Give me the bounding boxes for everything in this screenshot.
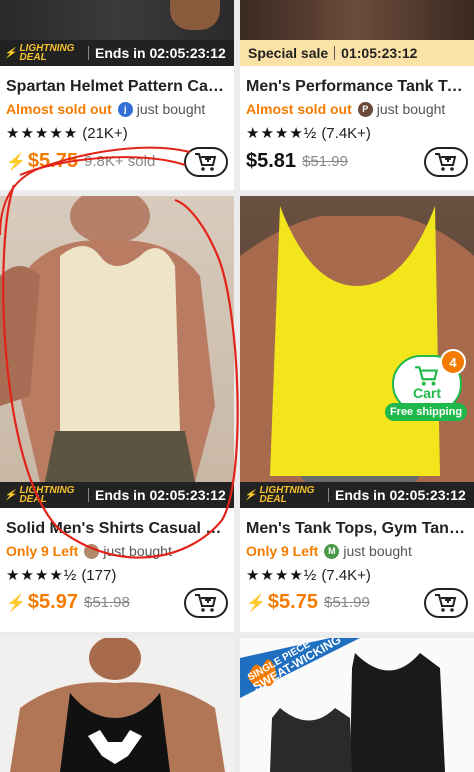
product-image[interactable]: SINGLE PIECE SWEAT-WICKING [240, 638, 474, 772]
star-rating-icon: ★★★★½ [246, 125, 318, 142]
product-card-3[interactable]: ⚡ LIGHTNING DEAL Ends in 02:05:23:12 Soli… [0, 196, 234, 632]
stock-alert: Only 9 Left [246, 543, 319, 559]
arm-shape [170, 0, 220, 30]
countdown-text: Ends in 02:05:23:12 [335, 487, 466, 503]
add-to-cart-icon [195, 594, 217, 612]
review-count: (21K+) [82, 124, 128, 142]
status-line: Only 9 Left M just bought [246, 543, 468, 559]
free-shipping-badge: Free shipping [385, 403, 467, 421]
cart-label: Cart [412, 385, 441, 401]
stock-alert: Almost sold out [246, 101, 352, 117]
avatar: j [117, 101, 133, 117]
original-price: $51.99 [302, 153, 348, 170]
product-card-1[interactable]: ⚡ LIGHTNING DEAL Ends in 02:05:23:12 Spar… [0, 0, 234, 190]
add-to-cart-icon [435, 594, 457, 612]
avatar: M [324, 543, 340, 559]
lightning-deal-banner: ⚡ LIGHTNING DEAL Ends in 02:05:23:12 [0, 482, 234, 508]
product-card-5[interactable] [0, 638, 234, 772]
add-to-cart-icon [195, 153, 217, 171]
product-image[interactable] [0, 196, 234, 482]
rating: ★★★★½ (7.4K+) [246, 566, 371, 585]
product-card-2[interactable]: Special sale 01:05:23:12 Men's Performan… [240, 0, 474, 190]
star-rating-icon: ★★★★★ [6, 125, 79, 142]
stock-alert: Almost sold out [6, 101, 112, 117]
avatar: P [357, 101, 373, 117]
rating: ★★★★½ (7.4K+) [246, 124, 371, 143]
avatar [84, 543, 100, 559]
cart-icon [415, 366, 439, 386]
lightning-deal-label: ⚡ LIGHTNING DEAL [4, 485, 75, 505]
product-image[interactable] [0, 638, 234, 772]
price: ⚡ $5.75 [6, 150, 78, 172]
just-bought: just bought [84, 543, 172, 559]
lightning-deal-label: ⚡ LIGHTNING DEAL [244, 485, 315, 505]
add-to-cart-button[interactable] [184, 147, 228, 177]
star-rating-icon: ★★★★½ [246, 567, 318, 584]
price: $5.81 [246, 150, 297, 172]
tank-top-model-illustration [0, 196, 215, 482]
product-title[interactable]: Spartan Helmet Pattern Cas... [6, 78, 228, 96]
lightning-icon: ⚡ [4, 47, 17, 59]
add-to-cart-button[interactable] [424, 588, 468, 618]
review-count: (177) [81, 566, 117, 584]
status-line: Almost sold out j just bought [6, 101, 228, 117]
original-price: $51.99 [323, 594, 370, 611]
lightning-icon: ⚡ [6, 153, 26, 171]
lightning-deal-banner: ⚡ LIGHTNING DEAL Ends in 02:05:23:12 [0, 40, 234, 66]
lightning-deal-label: ⚡ LIGHTNING DEAL [4, 43, 75, 63]
special-sale-banner: Special sale 01:05:23:12 [240, 40, 474, 66]
lightning-icon: ⚡ [244, 489, 257, 501]
just-bought: j just bought [117, 101, 205, 117]
sold-count: 9.8K+ sold [83, 153, 156, 170]
product-image[interactable] [240, 0, 474, 40]
lightning-icon: ⚡ [246, 594, 266, 612]
lightning-icon: ⚡ [4, 489, 17, 501]
countdown-text: Ends in 02:05:23:12 [95, 45, 226, 61]
rating: ★★★★½ (177) [6, 566, 117, 585]
review-count: (7.4K+) [321, 124, 371, 142]
countdown-text: Ends in 02:05:23:12 [95, 487, 226, 503]
just-bought: M just bought [324, 543, 412, 559]
rating: ★★★★★ (21K+) [6, 124, 128, 143]
product-card-6[interactable]: SINGLE PIECE SWEAT-WICKING [240, 638, 474, 772]
countdown-text: 01:05:23:12 [341, 45, 418, 61]
star-rating-icon: ★★★★½ [6, 567, 78, 584]
price: ⚡ $5.97 [6, 591, 78, 613]
price: ⚡ $5.75 [246, 591, 318, 613]
original-price: $51.98 [83, 594, 130, 611]
yellow-tank-model-illustration [240, 206, 474, 482]
review-count: (7.4K+) [321, 566, 371, 584]
bull-tank-model-illustration [10, 638, 225, 772]
stock-alert: Only 9 Left [6, 543, 79, 559]
status-line: Only 9 Left just bought [6, 543, 228, 559]
status-line: Almost sold out P just bought [246, 101, 468, 117]
just-bought: P just bought [357, 101, 445, 117]
lightning-deal-banner: ⚡ LIGHTNING DEAL Ends in 02:05:23:12 [240, 482, 474, 508]
product-image[interactable] [240, 196, 474, 482]
add-to-cart-button[interactable] [424, 147, 468, 177]
add-to-cart-icon [435, 153, 457, 171]
product-title[interactable]: Men's Tank Tops, Gym Tank... [246, 520, 468, 538]
lightning-icon: ⚡ [6, 594, 26, 612]
cart-count-badge: 4 [440, 349, 466, 375]
product-title[interactable]: Solid Men's Shirts Casual Br... [6, 520, 228, 538]
product-image[interactable] [0, 0, 234, 40]
add-to-cart-button[interactable] [184, 588, 228, 618]
product-title[interactable]: Men's Performance Tank To... [246, 78, 468, 96]
